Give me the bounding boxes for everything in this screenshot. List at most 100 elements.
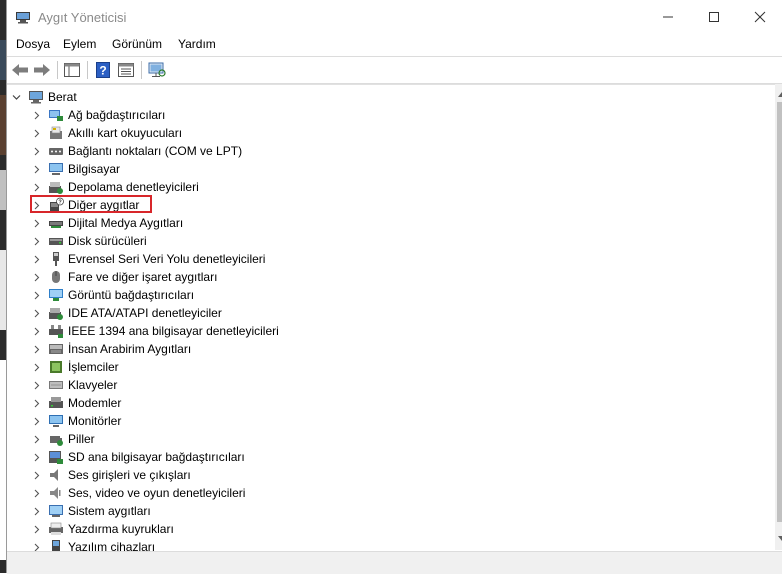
device-tree[interactable]: Berat Ağ bağdaştırıcıları Akıllı kart oku… (7, 84, 775, 551)
sd-host-icon (49, 451, 63, 464)
audio-io-icon (50, 469, 58, 481)
chevron-right-icon[interactable] (30, 484, 42, 502)
help-button[interactable]: ? (93, 60, 113, 80)
chevron-down-icon (778, 536, 782, 541)
chevron-right-icon[interactable] (30, 178, 42, 196)
maximize-button[interactable] (691, 0, 737, 34)
menu-yardim[interactable]: Yardım (178, 37, 216, 51)
chevron-right-icon[interactable] (30, 322, 42, 340)
menu-eylem[interactable]: Eylem (63, 37, 96, 51)
menu-dosya[interactable]: Dosya (16, 37, 50, 51)
chevron-right-icon[interactable] (30, 358, 42, 376)
tree-item[interactable]: ? Diğer aygıtlar (30, 196, 139, 214)
tree-item[interactable]: Sistem aygıtları (30, 502, 151, 520)
minimize-button[interactable] (645, 0, 691, 34)
tree-item[interactable]: IDE ATA/ATAPI denetleyiciler (30, 304, 222, 322)
tree-item-label: Dijital Medya Aygıtları (68, 216, 184, 230)
chevron-right-icon[interactable] (30, 286, 42, 304)
modem-icon (49, 397, 63, 408)
title-bar[interactable]: Aygıt Yöneticisi (7, 0, 782, 34)
tree-item[interactable]: Ses, video ve oyun denetleyicileri (30, 484, 245, 502)
chevron-right-icon[interactable] (30, 232, 42, 250)
tree-item[interactable]: Ağ bağdaştırıcıları (30, 106, 165, 124)
chevron-right-icon[interactable] (30, 142, 42, 160)
keyboard-icon (49, 381, 63, 389)
tree-item[interactable]: Dijital Medya Aygıtları (30, 214, 183, 232)
tree-item[interactable]: Depolama denetleyicileri (30, 178, 199, 196)
tree-root-label: Berat (48, 90, 77, 104)
computer-icon (49, 163, 63, 175)
tree-item-label: Modemler (68, 396, 122, 410)
properties-view-button[interactable] (116, 60, 136, 80)
scrollbar-thumb[interactable] (777, 102, 782, 522)
chevron-right-icon[interactable] (30, 394, 42, 412)
chevron-up-icon (778, 92, 782, 97)
menu-gorunum[interactable]: Görünüm (112, 37, 162, 51)
chevron-right-icon[interactable] (30, 376, 42, 394)
mouse-icon (52, 271, 60, 283)
chevron-right-icon[interactable] (30, 304, 42, 322)
vertical-scrollbar[interactable] (775, 84, 782, 550)
forward-button[interactable] (32, 60, 52, 80)
tree-item[interactable]: SD ana bilgisayar bağdaştırıcıları (30, 448, 245, 466)
tree-item[interactable]: Yazdırma kuyrukları (30, 520, 174, 538)
tree-item[interactable]: Fare ve diğer işaret aygıtları (30, 268, 217, 286)
chevron-right-icon[interactable] (30, 538, 42, 551)
toolbar-separator (87, 61, 88, 79)
tree-item[interactable]: Akıllı kart okuyucuları (30, 124, 182, 142)
chevron-right-icon[interactable] (30, 466, 42, 484)
chevron-right-icon[interactable] (30, 160, 42, 178)
tree-item[interactable]: Piller (30, 430, 95, 448)
hid-icon (49, 344, 63, 354)
tree-item[interactable]: Modemler (30, 394, 121, 412)
tree-item[interactable]: Evrensel Seri Veri Yolu denetleyicileri (30, 250, 265, 268)
tree-item[interactable]: IEEE 1394 ana bilgisayar denetleyicileri (30, 322, 279, 340)
disk-drive-icon (49, 238, 63, 245)
storage-controller-icon (49, 182, 63, 194)
toolbar-separator (141, 61, 142, 79)
chevron-right-icon[interactable] (30, 448, 42, 466)
close-button[interactable] (737, 0, 782, 34)
scroll-up-button[interactable] (775, 87, 782, 101)
chevron-right-icon[interactable] (30, 268, 42, 286)
tree-item[interactable]: Yazılım cihazları (30, 538, 155, 551)
console-tree-button[interactable] (62, 60, 82, 80)
tree-item[interactable]: İnsan Arabirim Aygıtları (30, 340, 191, 358)
tree-item[interactable]: Görüntü bağdaştırıcıları (30, 286, 194, 304)
chevron-right-icon[interactable] (30, 412, 42, 430)
tree-item[interactable]: Monitörler (30, 412, 121, 430)
tree-item[interactable]: İşlemciler (30, 358, 119, 376)
tree-item-label: IDE ATA/ATAPI denetleyiciler (68, 306, 222, 320)
tree-root[interactable]: Berat (10, 88, 77, 106)
tree-item-label: Monitörler (68, 414, 122, 428)
chevron-right-icon[interactable] (30, 214, 42, 232)
tree-item[interactable]: Ses girişleri ve çıkışları (30, 466, 191, 484)
chevron-right-icon[interactable] (30, 502, 42, 520)
chevron-right-icon[interactable] (30, 196, 42, 214)
software-device-icon (52, 540, 60, 551)
display-adapter-icon (49, 289, 63, 301)
chevron-right-icon[interactable] (30, 106, 42, 124)
menu-bar: Dosya Eylem Görünüm Yardım (7, 34, 782, 56)
smart-card-reader-icon (50, 126, 62, 139)
scroll-down-button[interactable] (775, 532, 782, 546)
chevron-right-icon[interactable] (30, 124, 42, 142)
tree-item[interactable]: Disk sürücüleri (30, 232, 147, 250)
tree-item[interactable]: Klavyeler (30, 376, 117, 394)
device-manager-app-icon (16, 12, 30, 24)
chevron-right-icon[interactable] (30, 520, 42, 538)
scan-hardware-button[interactable] (147, 60, 167, 80)
print-queue-icon (49, 522, 63, 535)
tree-item-label: Evrensel Seri Veri Yolu denetleyicileri (68, 252, 266, 266)
back-button[interactable] (10, 60, 30, 80)
tree-item[interactable]: Bilgisayar (30, 160, 120, 178)
chevron-right-icon[interactable] (30, 340, 42, 358)
system-device-icon (49, 505, 63, 517)
tree-item[interactable]: Bağlantı noktaları (COM ve LPT) (30, 142, 242, 160)
chevron-down-icon[interactable] (10, 88, 22, 106)
tree-item-label: Piller (68, 432, 95, 446)
chevron-right-icon[interactable] (30, 250, 42, 268)
close-icon (754, 11, 766, 23)
chevron-right-icon[interactable] (30, 430, 42, 448)
network-adapter-icon (49, 110, 63, 121)
